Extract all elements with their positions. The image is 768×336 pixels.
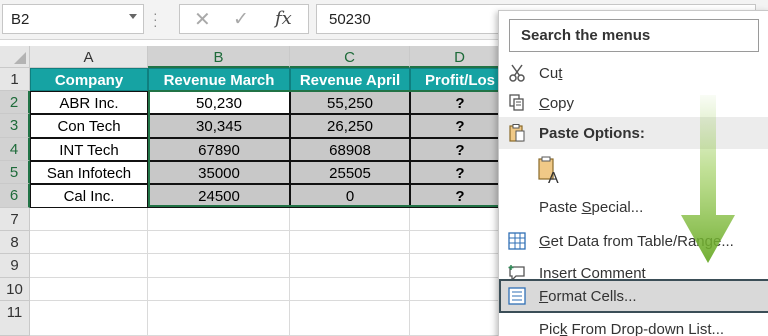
- row-header-1[interactable]: 1: [0, 68, 30, 91]
- paste-options-header: Paste Options:: [499, 117, 768, 149]
- menu-item-label: Format Cells...: [539, 288, 637, 305]
- menu-item-copy[interactable]: Copy: [499, 87, 768, 119]
- header-cell-revenue-april[interactable]: Revenue April: [290, 68, 410, 91]
- table-icon: [508, 232, 526, 250]
- empty-cell[interactable]: [30, 301, 148, 336]
- row-header-2[interactable]: 2: [0, 91, 30, 114]
- copy-icon: [509, 94, 524, 111]
- table-cell[interactable]: 30,345: [148, 114, 290, 138]
- empty-cell[interactable]: [148, 254, 290, 278]
- row-header-7[interactable]: 7: [0, 208, 30, 231]
- formula-buttons: ✕ ✓ fx: [179, 4, 309, 34]
- empty-cell[interactable]: [30, 208, 148, 231]
- enter-icon[interactable]: ✓: [233, 8, 249, 31]
- paste-option-default[interactable]: A: [499, 149, 768, 189]
- paste-options-label: Paste Options:: [539, 125, 645, 142]
- menu-item-get-data[interactable]: Get Data from Table/Range...: [499, 225, 768, 257]
- empty-cell[interactable]: [410, 301, 510, 336]
- row-header-8[interactable]: 8: [0, 231, 30, 254]
- menu-item-label: Paste Special...: [539, 199, 644, 216]
- row-header-5[interactable]: 5: [0, 161, 30, 184]
- row-header-3[interactable]: 3: [0, 114, 30, 138]
- empty-cell[interactable]: [290, 278, 410, 301]
- table-cell[interactable]: Con Tech: [30, 114, 148, 138]
- empty-cell[interactable]: [290, 301, 410, 336]
- menu-item-label: Get Data from Table/Range...: [539, 233, 734, 250]
- empty-cell[interactable]: [148, 208, 290, 231]
- menu-item-pick-list[interactable]: Pick From Drop-down List...: [499, 313, 768, 336]
- table-cell[interactable]: ?: [410, 184, 510, 208]
- format-cells-icon: [508, 287, 526, 305]
- empty-cell[interactable]: [410, 278, 510, 301]
- name-box[interactable]: B2: [2, 4, 144, 34]
- table-cell[interactable]: 25505: [290, 161, 410, 184]
- menu-search-input[interactable]: Search the menus: [509, 19, 759, 52]
- empty-cell[interactable]: [148, 301, 290, 336]
- column-header-d[interactable]: D: [410, 46, 510, 68]
- table-cell[interactable]: ?: [410, 138, 510, 161]
- paste-clipboard-icon: A: [538, 156, 559, 185]
- active-cell[interactable]: 50,230: [148, 91, 290, 114]
- menu-item-cut[interactable]: Cut: [499, 57, 768, 89]
- header-cell-company[interactable]: Company: [30, 68, 148, 91]
- table-cell[interactable]: ABR Inc.: [30, 91, 148, 114]
- menu-item-label: Cut: [539, 65, 563, 82]
- formula-value: 50230: [329, 11, 371, 28]
- row-header-9[interactable]: 9: [0, 254, 30, 278]
- empty-cell[interactable]: [410, 231, 510, 254]
- table-cell[interactable]: ?: [410, 91, 510, 114]
- chevron-down-icon[interactable]: [129, 14, 137, 19]
- column-header-b[interactable]: B: [148, 46, 290, 68]
- header-cell-profit-loss[interactable]: Profit/Los: [410, 68, 510, 91]
- svg-text:A: A: [548, 170, 559, 185]
- name-box-value: B2: [11, 11, 30, 28]
- column-header-a[interactable]: A: [30, 46, 148, 68]
- row-header-6[interactable]: 6: [0, 184, 30, 208]
- drag-handle-icon[interactable]: · · ·: [153, 6, 158, 32]
- row-header-10[interactable]: 10: [0, 278, 30, 301]
- table-cell[interactable]: 55,250: [290, 91, 410, 114]
- table-cell[interactable]: San Infotech: [30, 161, 148, 184]
- cancel-icon[interactable]: ✕: [194, 7, 211, 32]
- table-cell[interactable]: INT Tech: [30, 138, 148, 161]
- empty-cell[interactable]: [30, 231, 148, 254]
- scissors-icon: [509, 64, 525, 82]
- table-cell[interactable]: 24500: [148, 184, 290, 208]
- menu-item-label: Copy: [539, 95, 575, 112]
- empty-cell[interactable]: [290, 231, 410, 254]
- row-header-4[interactable]: 4: [0, 138, 30, 161]
- empty-cell[interactable]: [148, 231, 290, 254]
- empty-cell[interactable]: [290, 254, 410, 278]
- select-all-icon: [14, 52, 26, 64]
- empty-cell[interactable]: [290, 208, 410, 231]
- empty-cell[interactable]: [410, 208, 510, 231]
- table-cell[interactable]: ?: [410, 161, 510, 184]
- table-cell[interactable]: 0: [290, 184, 410, 208]
- table-cell[interactable]: 26,250: [290, 114, 410, 138]
- table-cell[interactable]: 68908: [290, 138, 410, 161]
- table-cell[interactable]: ?: [410, 114, 510, 138]
- empty-cell[interactable]: [30, 278, 148, 301]
- empty-cell[interactable]: [410, 254, 510, 278]
- clipboard-icon: [509, 124, 525, 142]
- row-header-11[interactable]: 11: [0, 301, 30, 336]
- select-all-button[interactable]: [0, 46, 30, 68]
- table-cell[interactable]: Cal Inc.: [30, 184, 148, 208]
- context-menu: Search the menus Cut Copy Paste Options:…: [498, 10, 768, 336]
- empty-cell[interactable]: [148, 278, 290, 301]
- menu-item-paste-special[interactable]: Paste Special...: [499, 191, 768, 223]
- insert-function-icon[interactable]: fx: [275, 8, 292, 29]
- menu-item-format-cells[interactable]: Format Cells...: [499, 279, 768, 313]
- column-header-c[interactable]: C: [290, 46, 410, 68]
- table-cell[interactable]: 67890: [148, 138, 290, 161]
- table-cell[interactable]: 35000: [148, 161, 290, 184]
- empty-cell[interactable]: [30, 254, 148, 278]
- menu-item-label: Pick From Drop-down List...: [539, 321, 725, 336]
- header-cell-revenue-march[interactable]: Revenue March: [148, 68, 290, 91]
